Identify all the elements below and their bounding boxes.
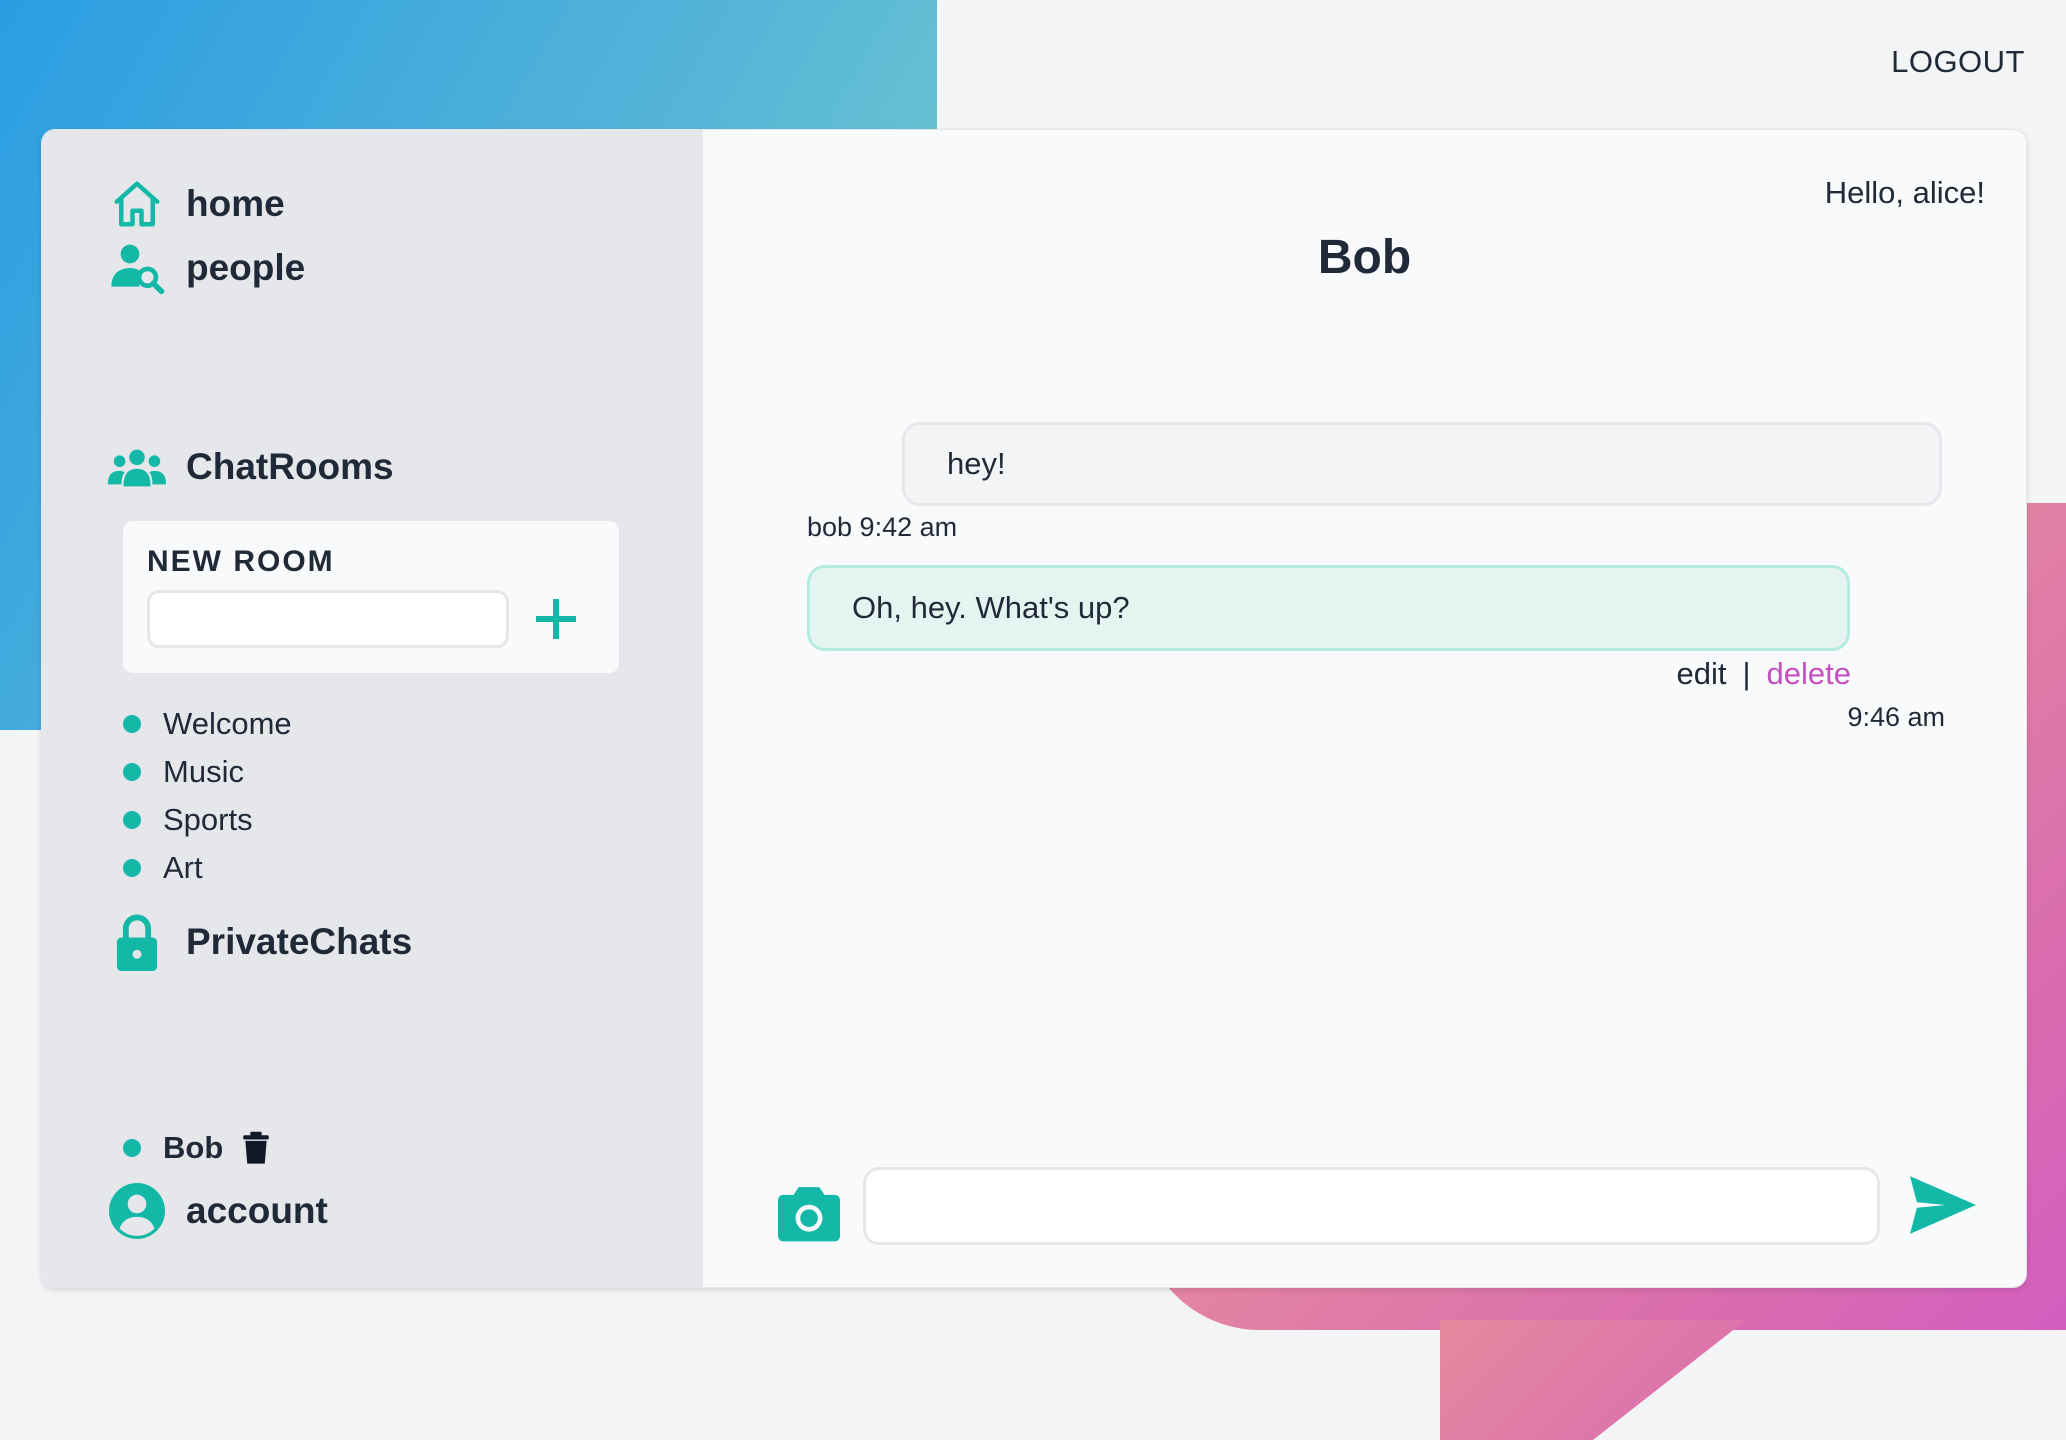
edit-button[interactable]: edit	[1676, 656, 1726, 692]
nav-home[interactable]: home	[108, 175, 285, 233]
room-item-music[interactable]: Music	[123, 748, 292, 796]
room-dot	[123, 763, 141, 781]
privatechats-title: PrivateChats	[186, 921, 413, 962]
chat-dot	[123, 1139, 141, 1157]
message-time: 9:46 am	[1847, 702, 1945, 732]
message-incoming: hey!	[902, 422, 1942, 506]
message-text: Oh, hey. What's up?	[852, 590, 1130, 625]
nav-account-label: account	[186, 1190, 328, 1231]
chat-panel: Hello, alice! Bob hey! bob 9:42 am Oh, h…	[703, 130, 2026, 1287]
chatrooms-header: ChatRooms	[108, 438, 394, 496]
new-room-input[interactable]	[147, 590, 509, 648]
nav-people[interactable]: people	[108, 239, 305, 297]
message-actions: edit | delete	[1676, 656, 1851, 692]
room-item-welcome[interactable]: Welcome	[123, 700, 292, 748]
room-item-sports[interactable]: Sports	[123, 796, 292, 844]
send-icon[interactable]	[1910, 1176, 1976, 1234]
new-room-panel: NEW ROOM	[123, 521, 619, 673]
message-outgoing: Oh, hey. What's up?	[807, 565, 1850, 651]
room-list: Welcome Music Sports Art	[123, 700, 292, 892]
message-meta: bob 9:42 am	[807, 512, 958, 542]
room-dot	[123, 715, 141, 733]
lock-icon	[108, 913, 166, 971]
user-search-icon	[108, 239, 166, 297]
delete-button[interactable]: delete	[1767, 656, 1851, 692]
room-dot	[123, 811, 141, 829]
nav-home-label: home	[186, 183, 285, 224]
users-group-icon	[108, 438, 166, 496]
sidebar: home people ChatRooms NEW ROOM Welcome M…	[42, 130, 703, 1287]
room-item-art[interactable]: Art	[123, 844, 292, 892]
chat-title: Bob	[1317, 231, 1412, 284]
background-gradient-pink-tail	[1440, 1320, 1746, 1440]
new-room-title: NEW ROOM	[147, 545, 335, 578]
chatrooms-title: ChatRooms	[186, 446, 394, 487]
home-icon	[108, 175, 166, 233]
message-input[interactable]	[863, 1167, 1880, 1245]
nav-account[interactable]: account	[108, 1182, 328, 1240]
message-text: hey!	[947, 446, 1006, 481]
action-separator: |	[1742, 656, 1751, 691]
greeting: Hello, alice!	[1824, 175, 1985, 210]
room-label: Welcome	[163, 706, 292, 741]
private-chat-label: Bob	[163, 1130, 224, 1165]
plus-icon[interactable]	[532, 595, 580, 643]
room-label: Sports	[163, 802, 253, 837]
room-label: Music	[163, 754, 244, 789]
app-window: home people ChatRooms NEW ROOM Welcome M…	[41, 129, 2027, 1288]
room-label: Art	[163, 850, 203, 885]
nav-people-label: people	[186, 247, 306, 288]
logout-button[interactable]: LOGOUT	[1891, 44, 2025, 80]
camera-icon[interactable]	[778, 1184, 840, 1242]
room-dot	[123, 859, 141, 877]
private-chat-item-bob[interactable]: Bob	[123, 1130, 271, 1166]
user-circle-icon	[108, 1182, 166, 1240]
trash-icon[interactable]	[241, 1131, 271, 1165]
privatechats-header: PrivateChats	[108, 913, 412, 971]
